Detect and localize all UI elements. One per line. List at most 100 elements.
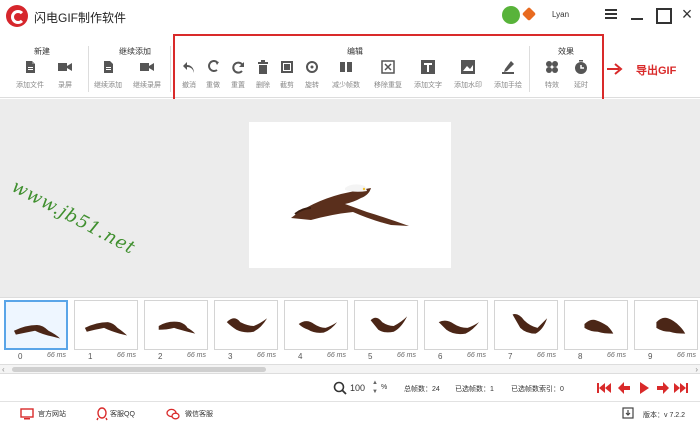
frame-item[interactable]: 1 66 ms bbox=[72, 300, 138, 362]
frame-item[interactable]: 4 66 ms bbox=[282, 300, 348, 362]
frame-index: 7 bbox=[508, 352, 513, 361]
divider bbox=[88, 46, 89, 92]
selected-frame-index: 已选帧数索引：0 bbox=[511, 386, 564, 393]
eagle-thumbnail bbox=[512, 314, 548, 334]
username[interactable]: Lyan bbox=[552, 10, 569, 19]
zoom-value[interactable]: 100 bbox=[350, 383, 365, 393]
frame-item[interactable]: 5 66 ms bbox=[352, 300, 418, 362]
continue-add-label: 继续添加 bbox=[94, 82, 122, 89]
avatar[interactable] bbox=[502, 6, 520, 24]
eagle-thumbnail bbox=[13, 325, 61, 339]
frame-duration[interactable]: 66 ms bbox=[117, 352, 136, 359]
frame-duration[interactable]: 66 ms bbox=[397, 352, 416, 359]
frame-item[interactable]: 2 66 ms bbox=[142, 300, 208, 362]
version-label: 版本：v 7.2.2 bbox=[643, 412, 686, 419]
frame-thumbnail[interactable] bbox=[284, 300, 348, 350]
frame-duration[interactable]: 66 ms bbox=[47, 352, 66, 359]
menu-button[interactable] bbox=[602, 5, 620, 23]
file-add-icon bbox=[101, 60, 115, 74]
frame-index: 8 bbox=[578, 352, 583, 361]
frame-index: 6 bbox=[438, 352, 443, 361]
frame-strip: 0 66 ms 1 66 ms 2 66 ms 3 66 ms 4 66 ms 5 66 ms 6 66 … bbox=[0, 297, 700, 364]
first-frame-button[interactable] bbox=[597, 382, 611, 394]
zoom-icon bbox=[333, 381, 347, 395]
add-file-label: 添加文件 bbox=[16, 82, 44, 89]
frame-thumbnail[interactable] bbox=[74, 300, 138, 350]
frame-item[interactable]: 6 66 ms bbox=[422, 300, 488, 362]
frame-thumbnail[interactable] bbox=[634, 300, 698, 350]
divider bbox=[170, 46, 171, 92]
frame-thumbnail[interactable] bbox=[354, 300, 418, 350]
qq-icon bbox=[95, 407, 109, 421]
play-button[interactable] bbox=[637, 382, 651, 394]
close-button[interactable]: × bbox=[678, 5, 696, 23]
first-frame-icon bbox=[597, 383, 611, 393]
frame-item[interactable]: 9 66 ms bbox=[632, 300, 698, 362]
gif-preview[interactable] bbox=[249, 122, 451, 268]
vip-badge-icon bbox=[521, 6, 537, 22]
frame-index: 9 bbox=[648, 352, 653, 361]
frame-index: 3 bbox=[228, 352, 233, 361]
record-screen-label: 录屏 bbox=[58, 82, 72, 89]
next-frame-button[interactable] bbox=[656, 382, 670, 394]
frame-item[interactable]: 7 66 ms bbox=[492, 300, 558, 362]
wechat-icon bbox=[166, 407, 180, 421]
record-screen-button[interactable]: 录屏 bbox=[48, 60, 82, 94]
app-logo-icon bbox=[6, 5, 28, 27]
eagle-thumbnail bbox=[370, 316, 408, 333]
maximize-button[interactable] bbox=[653, 5, 672, 24]
frame-item[interactable]: 0 66 ms bbox=[2, 300, 68, 362]
last-frame-button[interactable] bbox=[674, 382, 688, 394]
previous-frame-button[interactable] bbox=[617, 382, 631, 394]
footer: 官方网站 客服QQ 微信客服 版本：v 7.2.2 bbox=[0, 401, 700, 426]
eagle-thumbnail bbox=[226, 318, 268, 333]
total-frames: 总帧数：24 bbox=[404, 386, 440, 393]
next-frame-icon bbox=[657, 382, 669, 394]
continue-add-button[interactable]: 继续添加 bbox=[91, 60, 125, 94]
previous-frame-icon bbox=[618, 382, 630, 394]
customer-service-qq-link[interactable]: 客服QQ bbox=[110, 409, 135, 419]
frame-duration[interactable]: 66 ms bbox=[257, 352, 276, 359]
eagle-thumbnail bbox=[84, 322, 128, 336]
app-title: 闪电GIF制作软件 bbox=[34, 11, 126, 25]
status-bar: 100 ▲ ▼ % 总帧数：24 已选帧数：1 已选帧数索引：0 bbox=[0, 374, 700, 401]
official-website-link[interactable]: 官方网站 bbox=[38, 409, 66, 419]
frame-duration[interactable]: 66 ms bbox=[537, 352, 556, 359]
frame-duration[interactable]: 66 ms bbox=[467, 352, 486, 359]
continue-record-button[interactable]: 继续录屏 bbox=[130, 60, 164, 94]
frame-item[interactable]: 3 66 ms bbox=[212, 300, 278, 362]
frame-duration[interactable]: 66 ms bbox=[187, 352, 206, 359]
scroll-left-icon[interactable]: ‹ bbox=[2, 365, 5, 374]
scroll-thumb[interactable] bbox=[12, 367, 266, 372]
frame-thumbnail[interactable] bbox=[424, 300, 488, 350]
zoom-stepper[interactable]: ▲ ▼ bbox=[371, 379, 379, 397]
file-icon bbox=[23, 60, 37, 74]
frame-index: 0 bbox=[18, 352, 23, 361]
export-gif-button[interactable]: 导出GIF bbox=[636, 62, 676, 78]
frame-scrollbar[interactable]: ‹ › bbox=[0, 364, 700, 374]
video-camera-icon bbox=[140, 60, 154, 74]
frame-item[interactable]: 8 66 ms bbox=[562, 300, 628, 362]
title-bar: 闪电GIF制作软件 Lyan × bbox=[0, 0, 700, 30]
wechat-service-link[interactable]: 微信客服 bbox=[185, 409, 213, 419]
frame-index: 4 bbox=[298, 352, 303, 361]
frame-duration[interactable]: 66 ms bbox=[607, 352, 626, 359]
frame-thumbnail[interactable] bbox=[564, 300, 628, 350]
last-frame-icon bbox=[674, 383, 688, 393]
frame-index: 2 bbox=[158, 352, 163, 361]
group-title-continue: 继续添加 bbox=[119, 47, 151, 56]
minimize-button[interactable] bbox=[628, 5, 646, 23]
monitor-icon bbox=[20, 407, 34, 421]
scroll-right-icon[interactable]: › bbox=[695, 365, 698, 374]
add-file-button[interactable]: 添加文件 bbox=[13, 60, 47, 94]
frame-thumbnail[interactable] bbox=[144, 300, 208, 350]
download-icon bbox=[622, 407, 634, 419]
watermark-text: www.jb51.net bbox=[8, 176, 139, 259]
frame-thumbnail[interactable] bbox=[4, 300, 68, 350]
arrow-right-icon bbox=[606, 62, 624, 76]
frame-thumbnail[interactable] bbox=[494, 300, 558, 350]
frame-thumbnail[interactable] bbox=[214, 300, 278, 350]
eagle-thumbnail bbox=[438, 320, 480, 335]
frame-duration[interactable]: 66 ms bbox=[327, 352, 346, 359]
frame-duration[interactable]: 66 ms bbox=[677, 352, 696, 359]
